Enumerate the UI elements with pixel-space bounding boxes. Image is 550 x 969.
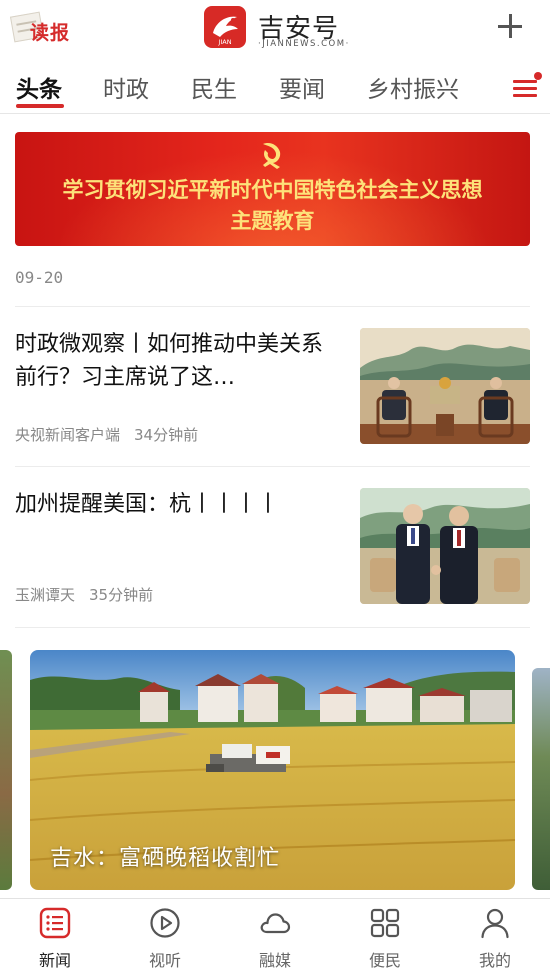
date-label: 09-20: [15, 268, 64, 287]
news-item[interactable]: 时政微观察丨如何推动中美关系前行？习主席说了这… 央视新闻客户端 34分钟前: [15, 328, 530, 468]
carousel-slide[interactable]: 吉水：富硒晚稻收割忙: [30, 650, 515, 890]
bottom-navigation: 新闻 视听 融媒 便民 我的: [0, 898, 550, 969]
nav-news[interactable]: 新闻: [0, 899, 110, 969]
nav-label: 视听: [148, 951, 181, 969]
newspaper-reader-button[interactable]: 读报: [9, 10, 76, 46]
news-item[interactable]: 加州提醒美国：杭丨丨丨丨 玉渊谭天 35分钟前: [15, 488, 530, 628]
news-source: 玉渊谭天: [15, 586, 76, 604]
news-thumbnail: [360, 328, 530, 444]
nav-label: 新闻: [38, 951, 71, 969]
carousel-next-slide[interactable]: [532, 668, 550, 890]
channel-menu-icon[interactable]: [510, 72, 542, 102]
logo-subtitle: ·JIANNEWS.COM·: [258, 39, 350, 49]
party-emblem-icon: [263, 142, 281, 169]
tab-politics[interactable]: 时政: [103, 70, 149, 104]
news-time: 34分钟前: [134, 426, 199, 444]
nav-label: 便民: [368, 951, 401, 969]
news-title: 时政微观察丨如何推动中美关系前行？习主席说了这…: [15, 332, 324, 390]
divider: [15, 306, 530, 307]
logo-mark-text: JIAN: [217, 38, 231, 46]
news-meta: 央视新闻客户端 34分钟前: [15, 424, 198, 445]
news-source: 央视新闻客户端: [15, 426, 121, 444]
divider: [15, 627, 530, 628]
nav-services[interactable]: 便民: [330, 899, 440, 969]
carousel-caption: 吉水：富硒晚稻收割忙: [50, 846, 281, 871]
nav-label: 融媒: [258, 951, 291, 969]
channel-tabs: 头条 时政 民生 要闻 乡村振兴: [0, 64, 550, 114]
reader-label: 读报: [30, 22, 71, 44]
carousel-prev-slide[interactable]: [0, 650, 12, 890]
banner-title-line1: 学习贯彻习近平新时代中国特色社会主义思想: [62, 178, 483, 202]
image-carousel[interactable]: 吉水：富硒晚稻收割忙: [0, 650, 550, 892]
theme-education-banner[interactable]: 学习贯彻习近平新时代中国特色社会主义思想 主题教育: [15, 132, 530, 246]
play-icon: [150, 908, 180, 938]
nav-media[interactable]: 融媒: [220, 899, 330, 969]
add-icon[interactable]: [494, 10, 526, 42]
news-list-icon: [39, 907, 71, 939]
grid-icon: [370, 908, 400, 938]
notification-dot: [534, 72, 542, 80]
news-time: 35分钟前: [89, 586, 154, 604]
nav-profile[interactable]: 我的: [440, 899, 550, 969]
tab-headlines[interactable]: 头条: [16, 70, 62, 104]
nav-label: 我的: [478, 951, 511, 969]
tab-important-news[interactable]: 要闻: [279, 70, 325, 104]
active-tab-indicator: [16, 104, 64, 108]
top-header: 读报 JIAN 吉安号 ·JIANNEWS.COM·: [0, 0, 550, 56]
user-icon: [481, 908, 509, 939]
tab-rural-revitalization[interactable]: 乡村振兴: [367, 70, 459, 104]
divider: [15, 466, 530, 467]
banner-title-line2: 主题教育: [230, 209, 315, 233]
logo-mark-icon: JIAN: [204, 6, 246, 48]
nav-audio-video[interactable]: 视听: [110, 899, 220, 969]
tab-livelihood[interactable]: 民生: [191, 70, 237, 104]
news-meta: 玉渊谭天 35分钟前: [15, 584, 153, 605]
cloud-icon: [260, 913, 291, 934]
news-thumbnail: [360, 488, 530, 604]
news-title: 加州提醒美国：杭丨丨丨丨: [15, 492, 280, 517]
